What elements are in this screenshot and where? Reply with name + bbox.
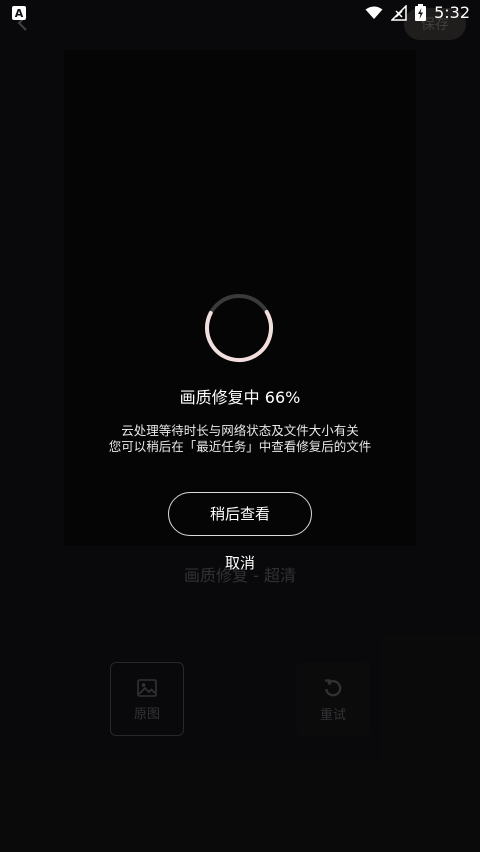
view-later-button[interactable]: 稍后查看 bbox=[168, 492, 312, 536]
cancel-button[interactable]: 取消 bbox=[210, 550, 270, 576]
status-icons: 5:32 bbox=[365, 3, 470, 22]
status-bar: A 5:32 bbox=[0, 0, 480, 28]
progress-dialog: 画质修复中 66% 云处理等待时长与网络状态及文件大小有关 您可以稍后在「最近任… bbox=[0, 0, 480, 852]
progress-spinner-icon bbox=[205, 294, 273, 362]
battery-charging-icon bbox=[415, 4, 427, 21]
progress-arc bbox=[205, 294, 273, 362]
app-notification-icon: A bbox=[12, 6, 26, 20]
clock: 5:32 bbox=[434, 3, 470, 22]
signal-icon bbox=[391, 4, 407, 21]
hint-text-line2: 您可以稍后在「最近任务」中查看修复后的文件 bbox=[108, 439, 372, 454]
wifi-icon bbox=[365, 6, 383, 19]
progress-text: 画质修复中 66% bbox=[179, 388, 301, 407]
